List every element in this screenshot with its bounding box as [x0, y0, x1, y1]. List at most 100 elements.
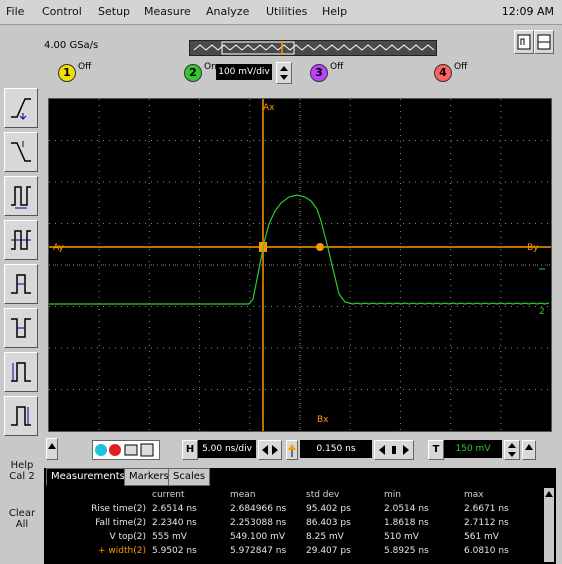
delay-reference-button[interactable]	[286, 440, 298, 460]
channel-3-state: Off	[330, 62, 344, 72]
plus-width-icon	[11, 274, 31, 294]
minus-width-button[interactable]	[4, 308, 38, 348]
channel-1-control[interactable]: 1 Off	[58, 62, 118, 86]
measurement-max: 2.7112 ns	[464, 518, 509, 528]
channel-3-control[interactable]: 3 Off	[310, 62, 370, 86]
trigger-up-down-icon	[508, 443, 516, 457]
scroll-up-button[interactable]	[46, 438, 58, 460]
measurement-std: 95.402 ps	[306, 504, 351, 514]
frequency-icon	[11, 230, 31, 250]
sample-rate: 4.00 GSa/s	[44, 40, 99, 51]
time-div-spinner[interactable]	[258, 440, 282, 460]
v-amplitude-icon	[11, 406, 31, 426]
tab-scales[interactable]: Scales	[168, 468, 211, 486]
period-icon	[11, 186, 31, 209]
measurement-mean: 5.972847 ns	[230, 546, 287, 556]
measurement-std: 86.403 ps	[306, 518, 351, 528]
marker-bx-label: Bx	[317, 415, 329, 425]
menu-measure[interactable]: Measure	[144, 5, 191, 18]
display-style-icons	[95, 443, 154, 457]
measurement-current: 2.2340 ns	[152, 518, 197, 528]
up-arrow-icon	[48, 443, 56, 449]
acquisition-toolbar: 4.00 GSa/s	[44, 26, 558, 56]
measurement-name: Fall time(2)	[95, 518, 146, 528]
header-max: max	[464, 490, 484, 500]
frequency-button[interactable]	[4, 220, 38, 260]
measurement-min: 1.8618 ns	[384, 518, 429, 528]
trigger-spinner[interactable]	[504, 440, 520, 460]
help-cal-button[interactable]: Help Cal 2	[4, 460, 40, 482]
tab-measurements[interactable]: Measurements	[46, 468, 130, 486]
channel-2-trace	[49, 194, 550, 305]
v-top-button[interactable]	[4, 352, 38, 392]
marker-by-label: By	[527, 243, 539, 253]
display-style-selector[interactable]	[92, 440, 160, 460]
measurement-name: Rise time(2)	[91, 504, 146, 514]
menu-file[interactable]: File	[6, 5, 24, 18]
waveform-overview[interactable]	[189, 40, 437, 56]
menu-control[interactable]: Control	[42, 5, 82, 18]
up-arrow-icon	[525, 444, 533, 450]
measurement-std: 8.25 mV	[306, 532, 344, 542]
fall-edge-icon	[11, 141, 31, 162]
tab-markers[interactable]: Markers	[124, 468, 174, 486]
channel-1-state: Off	[78, 62, 92, 72]
measurement-min: 510 mV	[384, 532, 419, 542]
channel-2-scale-spinner[interactable]	[276, 62, 292, 84]
left-right-arrows-icon	[262, 445, 278, 455]
measurement-max: 6.0810 ns	[464, 546, 509, 556]
trigger-label: T	[428, 440, 444, 460]
fall-time-button[interactable]	[4, 132, 38, 172]
rise-time-button[interactable]	[4, 88, 38, 128]
channel-2-state: On	[204, 62, 217, 72]
channel-2-scale[interactable]: 100 mV/div	[216, 64, 272, 80]
measurement-mean: 2.253088 ns	[230, 518, 287, 528]
menu-help[interactable]: Help	[322, 5, 347, 18]
header-mean: mean	[230, 490, 256, 500]
measurement-min: 5.8925 ns	[384, 546, 429, 556]
waveform-display[interactable]: Ax Bx Ay By 2	[48, 98, 552, 432]
measurement-max: 2.6671 ns	[464, 504, 509, 514]
layout-split-button[interactable]	[534, 30, 554, 54]
time-per-div[interactable]: 5.00 ns/div	[198, 440, 256, 458]
minus-width-icon	[11, 318, 31, 338]
v-top-icon	[11, 362, 31, 382]
channel-4-control[interactable]: 4 Off	[434, 62, 494, 86]
measurement-name: V top(2)	[109, 532, 146, 542]
plus-width-button[interactable]	[4, 264, 38, 304]
measurement-current: 555 mV	[152, 532, 187, 542]
delay-spinner[interactable]	[374, 440, 414, 460]
menu-utilities[interactable]: Utilities	[266, 5, 307, 18]
delay-arrow-icon	[288, 444, 296, 457]
delay-value[interactable]: 0.150 ns	[300, 440, 372, 458]
measurement-panel: Measurements Markers Scales current mean…	[44, 468, 556, 564]
period-button[interactable]	[4, 176, 38, 216]
channel-4-badge: 4	[434, 64, 452, 82]
clock: 12:09 AM	[501, 5, 554, 18]
channel-2-badge: 2	[184, 64, 202, 82]
measurement-min: 2.0514 ns	[384, 504, 429, 514]
single-grid-icon	[517, 34, 531, 50]
marker-b-handle	[316, 243, 324, 251]
menu-setup[interactable]: Setup	[98, 5, 130, 18]
measurement-current: 5.9502 ns	[152, 546, 197, 556]
layout-single-button[interactable]	[514, 30, 534, 54]
rise-edge-icon	[11, 98, 31, 120]
channel-2-ground-marker: 2	[539, 307, 545, 317]
channel-3-badge: 3	[310, 64, 328, 82]
trigger-slope-button[interactable]	[522, 440, 536, 460]
trigger-level[interactable]: 150 mV	[444, 440, 502, 458]
marker-ay-label: Ay	[53, 243, 64, 253]
measurement-mean: 2.684966 ns	[230, 504, 287, 514]
overview-waveform-icon	[193, 41, 435, 55]
delay-arrows-icon	[379, 445, 409, 455]
clear-all-button[interactable]: Clear All	[4, 508, 40, 530]
measurement-toolbar: Help Cal 2 Clear All	[0, 84, 40, 564]
header-min: min	[384, 490, 401, 500]
up-down-arrows-icon	[280, 66, 288, 80]
measurement-scrollbar[interactable]	[544, 488, 554, 562]
menu-analyze[interactable]: Analyze	[206, 5, 249, 18]
header-current: current	[152, 490, 185, 500]
v-amplitude-button[interactable]	[4, 396, 38, 436]
channel-2-control[interactable]: 2 On 100 mV/div	[184, 62, 304, 86]
